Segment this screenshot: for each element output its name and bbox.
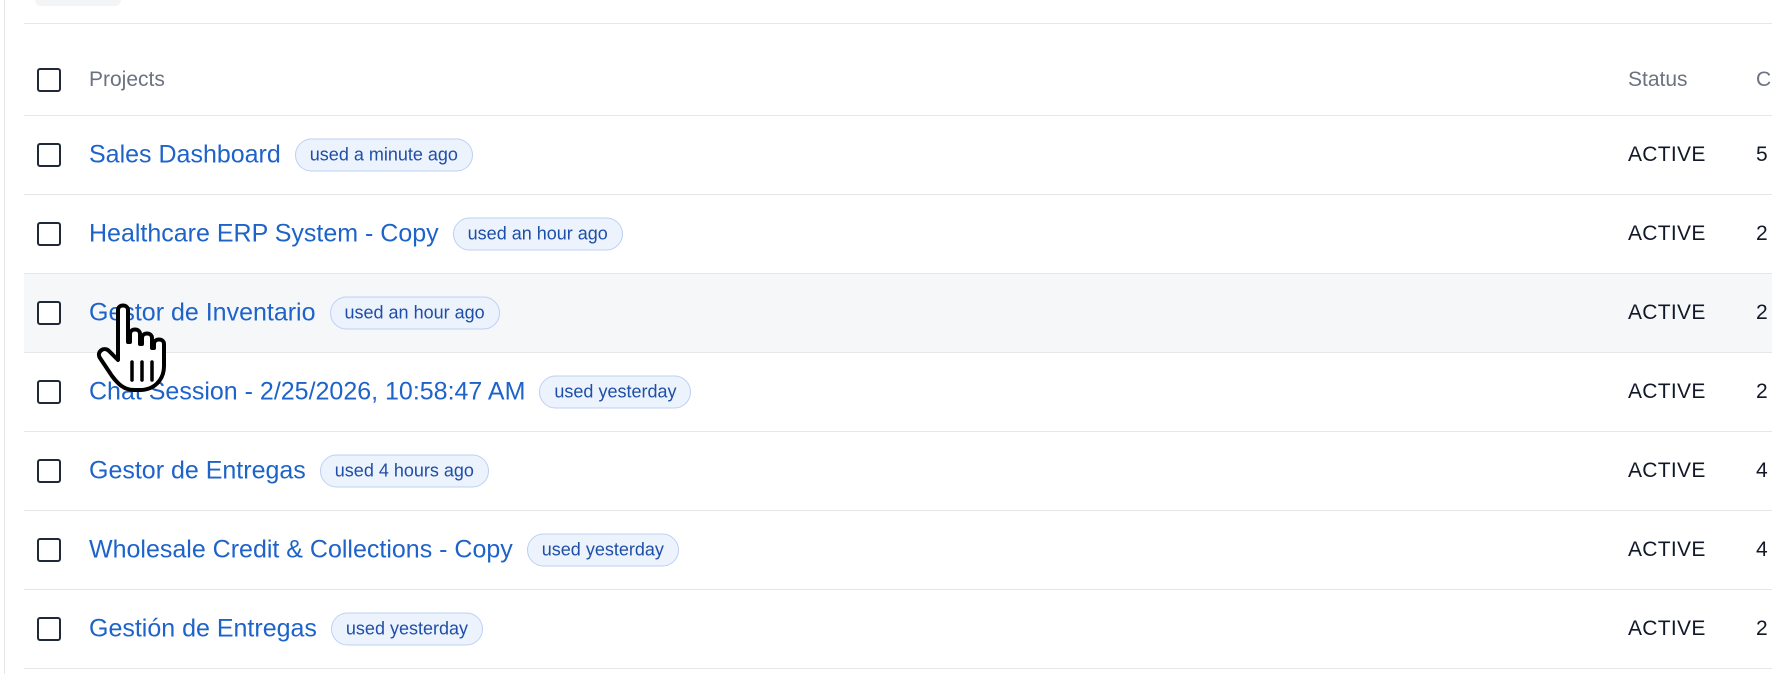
truncated-cell: 2 (1756, 301, 1768, 324)
project-link[interactable]: Gestión de Entregas (89, 615, 317, 644)
project-name-cell: Gestor de Inventario used an hour ago (89, 296, 500, 330)
project-name-cell: Wholesale Credit & Collections - Copy us… (89, 533, 679, 567)
table-header-row: Projects Status C (24, 44, 1772, 116)
project-link[interactable]: Chat Session - 2/25/2026, 10:58:47 AM (89, 378, 525, 407)
projects-table: Projects Status C Sales Dashboard used a… (24, 44, 1772, 669)
project-name-cell: Sales Dashboard used a minute ago (89, 138, 473, 172)
row-checkbox[interactable] (37, 143, 61, 167)
projects-page: Projects Status C Sales Dashboard used a… (0, 0, 1772, 674)
top-control-stub (35, 0, 121, 6)
status-cell: ACTIVE (1628, 143, 1706, 166)
truncated-cell: 4 (1756, 459, 1768, 482)
project-name-cell: Healthcare ERP System - Copy used an hou… (89, 217, 623, 251)
panel-left-border (4, 0, 5, 674)
status-cell: ACTIVE (1628, 301, 1706, 324)
project-link[interactable]: Wholesale Credit & Collections - Copy (89, 536, 513, 565)
projects-column-header[interactable]: Projects (89, 68, 165, 92)
last-used-badge: used an hour ago (452, 217, 623, 251)
last-used-badge: used yesterday (330, 612, 483, 646)
top-divider (24, 23, 1772, 24)
status-cell: ACTIVE (1628, 380, 1706, 403)
project-name-cell: Gestor de Entregas used 4 hours ago (89, 454, 489, 488)
row-checkbox[interactable] (37, 459, 61, 483)
status-cell: ACTIVE (1628, 222, 1706, 245)
row-checkbox[interactable] (37, 301, 61, 325)
project-link[interactable]: Healthcare ERP System - Copy (89, 220, 439, 249)
status-column-header[interactable]: Status (1628, 68, 1688, 92)
truncated-cell: 2 (1756, 380, 1768, 403)
row-checkbox[interactable] (37, 617, 61, 641)
truncated-cell: 2 (1756, 617, 1768, 640)
project-link[interactable]: Gestor de Entregas (89, 457, 306, 486)
table-row[interactable]: Gestor de Entregas used 4 hours ago ACTI… (24, 432, 1772, 511)
last-used-badge: used an hour ago (329, 296, 500, 330)
row-checkbox[interactable] (37, 538, 61, 562)
status-cell: ACTIVE (1628, 538, 1706, 561)
last-used-badge: used yesterday (539, 375, 692, 409)
last-used-badge: used yesterday (526, 533, 679, 567)
last-used-badge: used a minute ago (294, 138, 473, 172)
truncated-cell: 2 (1756, 222, 1768, 245)
project-link[interactable]: Sales Dashboard (89, 141, 281, 170)
project-link[interactable]: Gestor de Inventario (89, 299, 316, 328)
table-row[interactable]: Gestor de Inventario used an hour ago AC… (24, 274, 1772, 353)
table-row[interactable]: Gestión de Entregas used yesterday ACTIV… (24, 590, 1772, 669)
truncated-column-header[interactable]: C (1756, 68, 1771, 92)
status-cell: ACTIVE (1628, 617, 1706, 640)
table-row[interactable]: Wholesale Credit & Collections - Copy us… (24, 511, 1772, 590)
project-name-cell: Chat Session - 2/25/2026, 10:58:47 AM us… (89, 375, 692, 409)
truncated-cell: 4 (1756, 538, 1768, 561)
select-all-checkbox[interactable] (37, 67, 61, 92)
table-row[interactable]: Healthcare ERP System - Copy used an hou… (24, 195, 1772, 274)
status-cell: ACTIVE (1628, 459, 1706, 482)
row-checkbox[interactable] (37, 380, 61, 404)
truncated-cell: 5 (1756, 143, 1768, 166)
table-row[interactable]: Chat Session - 2/25/2026, 10:58:47 AM us… (24, 353, 1772, 432)
last-used-badge: used 4 hours ago (319, 454, 489, 488)
project-name-cell: Gestión de Entregas used yesterday (89, 612, 483, 646)
table-row[interactable]: Sales Dashboard used a minute ago ACTIVE… (24, 116, 1772, 195)
row-checkbox[interactable] (37, 222, 61, 246)
